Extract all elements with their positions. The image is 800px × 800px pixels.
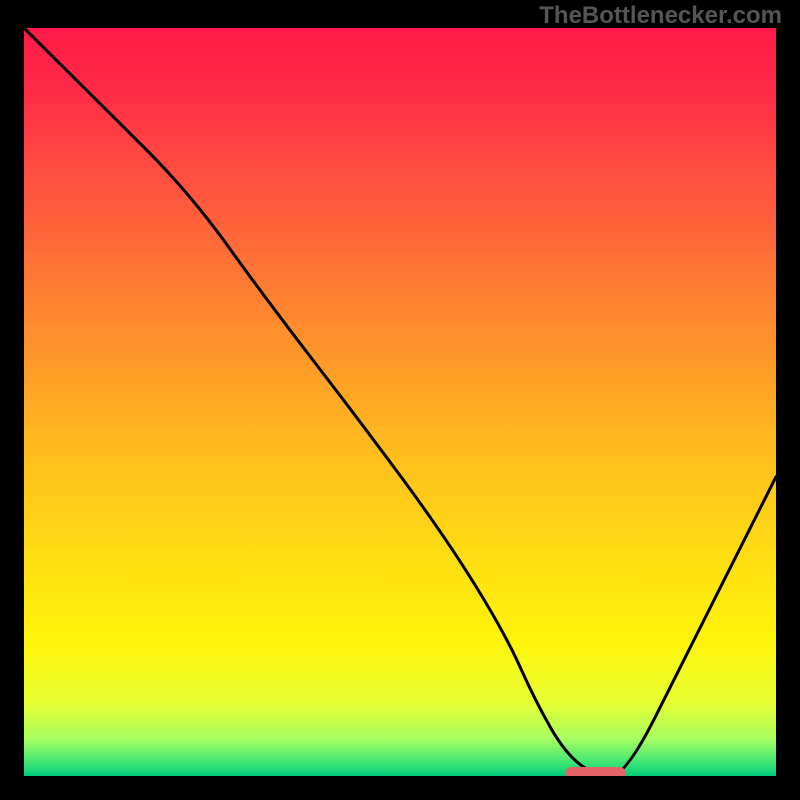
optimal-marker (565, 767, 625, 776)
plot-area (24, 28, 776, 776)
chart-frame: TheBottlenecker.com (0, 0, 800, 800)
watermark-title: TheBottlenecker.com (539, 2, 782, 30)
chart-svg (24, 28, 776, 776)
